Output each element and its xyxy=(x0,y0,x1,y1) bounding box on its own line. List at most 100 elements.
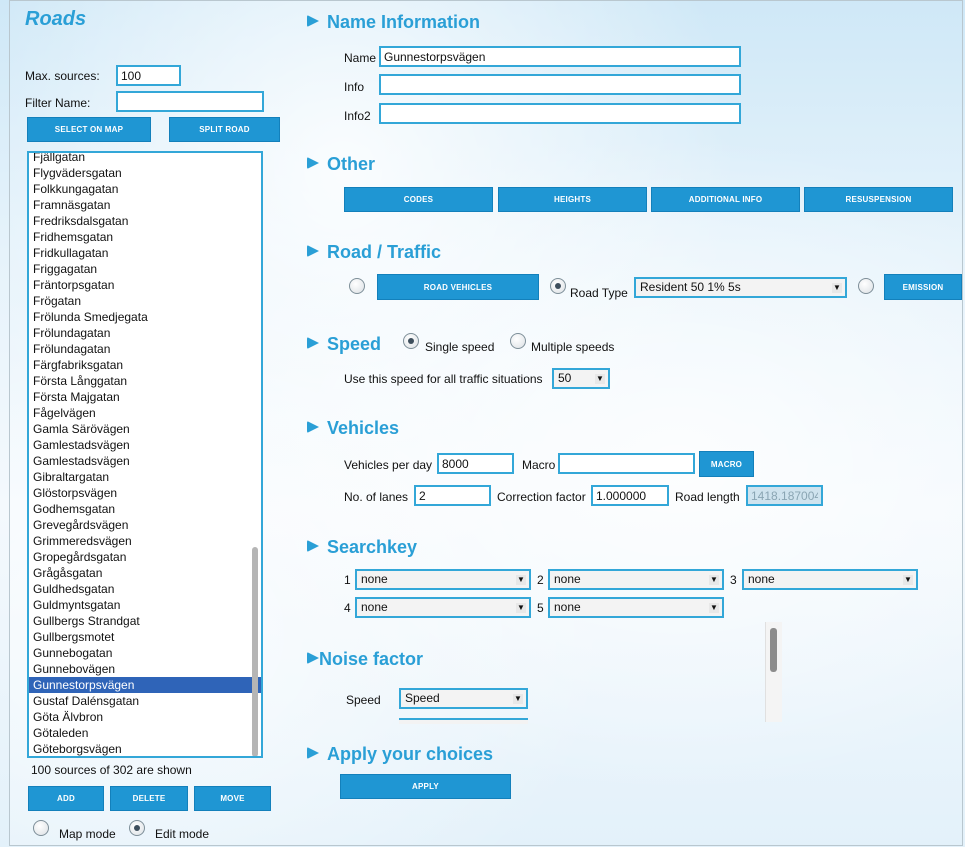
heights-button[interactable]: HEIGHTS xyxy=(498,187,647,212)
additional-info-button[interactable]: ADDITIONAL INFO xyxy=(651,187,800,212)
max-sources-input[interactable] xyxy=(116,65,181,86)
road-list-item[interactable]: Gunnebogatan xyxy=(29,645,261,661)
name-input[interactable] xyxy=(379,46,741,67)
macro-label: Macro xyxy=(522,458,556,472)
road-list-item[interactable]: Gibraltargatan xyxy=(29,469,261,485)
chevron-down-icon: ▼ xyxy=(832,283,842,293)
resuspension-button[interactable]: RESUSPENSION xyxy=(804,187,953,212)
edit-mode-radio[interactable] xyxy=(129,820,145,836)
road-list-item[interactable]: Färgfabriksgatan xyxy=(29,357,261,373)
road-list-item[interactable]: Frölunda Smedjegata xyxy=(29,309,261,325)
multiple-speeds-radio[interactable] xyxy=(510,333,526,349)
road-list-item[interactable]: Glöstorpsvägen xyxy=(29,485,261,501)
searchkey-1-number: 1 xyxy=(344,573,351,587)
speed-select[interactable]: 50 ▼ xyxy=(552,368,610,389)
road-vehicles-button[interactable]: ROAD VEHICLES xyxy=(377,274,539,300)
noise-speed-label: Speed xyxy=(346,693,381,707)
bullet-icon xyxy=(307,421,319,433)
road-list[interactable]: Fjällgatan Flygvädersgatan Folkkungagatan F… xyxy=(27,151,263,758)
searchkey-3-value: none xyxy=(748,572,775,586)
road-list-item[interactable]: Godhemsgatan xyxy=(29,501,261,517)
vehicles-per-day-input[interactable] xyxy=(437,453,514,474)
chevron-down-icon: ▼ xyxy=(516,603,526,613)
road-list-item[interactable]: Folkkungagatan xyxy=(29,181,261,197)
chevron-down-icon: ▼ xyxy=(595,374,605,384)
road-list-item[interactable]: Grimmeredsvägen xyxy=(29,533,261,549)
road-list-item[interactable]: Grågåsgatan xyxy=(29,565,261,581)
road-list-item[interactable]: Götaleden xyxy=(29,725,261,741)
emission-radio[interactable] xyxy=(858,278,874,294)
road-traffic-heading: Road / Traffic xyxy=(307,242,441,263)
searchkey-3-select[interactable]: none ▼ xyxy=(742,569,918,590)
road-list-item[interactable]: Gunnebovägen xyxy=(29,661,261,677)
road-list-item[interactable]: Fridhemsgatan xyxy=(29,229,261,245)
macro-input[interactable] xyxy=(558,453,695,474)
lanes-input[interactable] xyxy=(414,485,491,506)
other-title: Other xyxy=(327,154,376,174)
vehicles-heading: Vehicles xyxy=(307,418,399,439)
road-list-item[interactable]: Guldhedsgatan xyxy=(29,581,261,597)
info2-input[interactable] xyxy=(379,103,741,124)
filter-name-input[interactable] xyxy=(116,91,264,112)
correction-factor-input[interactable] xyxy=(591,485,669,506)
road-list-item[interactable]: Första Majgatan xyxy=(29,389,261,405)
select-on-map-button[interactable]: SELECT ON MAP xyxy=(27,117,151,142)
road-list-item[interactable]: Första Långgatan xyxy=(29,373,261,389)
road-list-item[interactable]: Gamlestadsvägen xyxy=(29,437,261,453)
road-list-item[interactable]: Gamla Särövägen xyxy=(29,421,261,437)
road-list-item[interactable]: Frölundagatan xyxy=(29,325,261,341)
speed-title: Speed xyxy=(327,334,382,354)
single-speed-radio[interactable] xyxy=(403,333,419,349)
codes-button[interactable]: CODES xyxy=(344,187,493,212)
road-type-select[interactable]: Resident 50 1% 5s ▼ xyxy=(634,277,847,298)
road-list-scrollbar[interactable] xyxy=(252,547,258,756)
map-mode-radio[interactable] xyxy=(33,820,49,836)
bullet-icon xyxy=(307,15,319,27)
apply-heading: Apply your choices xyxy=(307,744,493,765)
road-list-item[interactable]: Frölundagatan xyxy=(29,341,261,357)
info-input[interactable] xyxy=(379,74,741,95)
road-list-item[interactable]: Gropegårdsgatan xyxy=(29,549,261,565)
road-list-item[interactable]: Friggagatan xyxy=(29,261,261,277)
road-list-item[interactable]: Gullbergsmotet xyxy=(29,629,261,645)
road-type-radio[interactable] xyxy=(550,278,566,294)
searchkey-1-select[interactable]: none ▼ xyxy=(355,569,531,590)
noise-panel-scrollbar[interactable] xyxy=(765,622,782,722)
name-information-heading: Name Information xyxy=(307,12,480,33)
road-list-item[interactable]: Framnäsgatan xyxy=(29,197,261,213)
road-list-item[interactable]: Grevegårdsvägen xyxy=(29,517,261,533)
road-list-item[interactable]: Göta Älvbron xyxy=(29,709,261,725)
filter-name-label: Filter Name: xyxy=(25,96,91,110)
add-button[interactable]: ADD xyxy=(28,786,104,811)
move-button[interactable]: MOVE xyxy=(194,786,271,811)
road-list-item[interactable]: Gullbergs Strandgat xyxy=(29,613,261,629)
searchkey-2-select[interactable]: none ▼ xyxy=(548,569,724,590)
road-list-item[interactable]: Guldmyntsgatan xyxy=(29,597,261,613)
road-list-item[interactable]: Fridkullagatan xyxy=(29,245,261,261)
delete-button[interactable]: DELETE xyxy=(110,786,188,811)
searchkey-4-value: none xyxy=(361,600,388,614)
map-mode-label: Map mode xyxy=(59,827,116,841)
chevron-down-icon: ▼ xyxy=(903,575,913,585)
road-list-item[interactable]: Fjällgatan xyxy=(29,153,261,165)
split-road-button[interactable]: SPLIT ROAD xyxy=(169,117,280,142)
searchkey-4-select[interactable]: none ▼ xyxy=(355,597,531,618)
road-list-item[interactable]: Fågelvägen xyxy=(29,405,261,421)
road-vehicles-radio[interactable] xyxy=(349,278,365,294)
road-list-item[interactable]: Gamlestadsvägen xyxy=(29,453,261,469)
road-list-item[interactable]: Frögatan xyxy=(29,293,261,309)
road-list-item[interactable]: Fredriksdalsgatan xyxy=(29,213,261,229)
lanes-label: No. of lanes xyxy=(344,490,409,504)
road-list-item[interactable]: Flygvädersgatan xyxy=(29,165,261,181)
scrollbar-thumb[interactable] xyxy=(770,628,777,672)
searchkey-4-number: 4 xyxy=(344,601,351,615)
searchkey-5-select[interactable]: none ▼ xyxy=(548,597,724,618)
macro-button[interactable]: MACRO xyxy=(699,451,754,477)
road-list-item[interactable]: Göteborgsvägen xyxy=(29,741,261,756)
apply-button[interactable]: APPLY xyxy=(340,774,511,799)
road-list-item[interactable]: Gustaf Dalénsgatan xyxy=(29,693,261,709)
noise-speed-select[interactable]: Speed ▼ xyxy=(399,688,528,709)
emission-button[interactable]: EMISSION xyxy=(884,274,962,300)
road-list-item[interactable]: Gunnestorpsvägen xyxy=(29,677,261,693)
road-list-item[interactable]: Fräntorpsgatan xyxy=(29,277,261,293)
